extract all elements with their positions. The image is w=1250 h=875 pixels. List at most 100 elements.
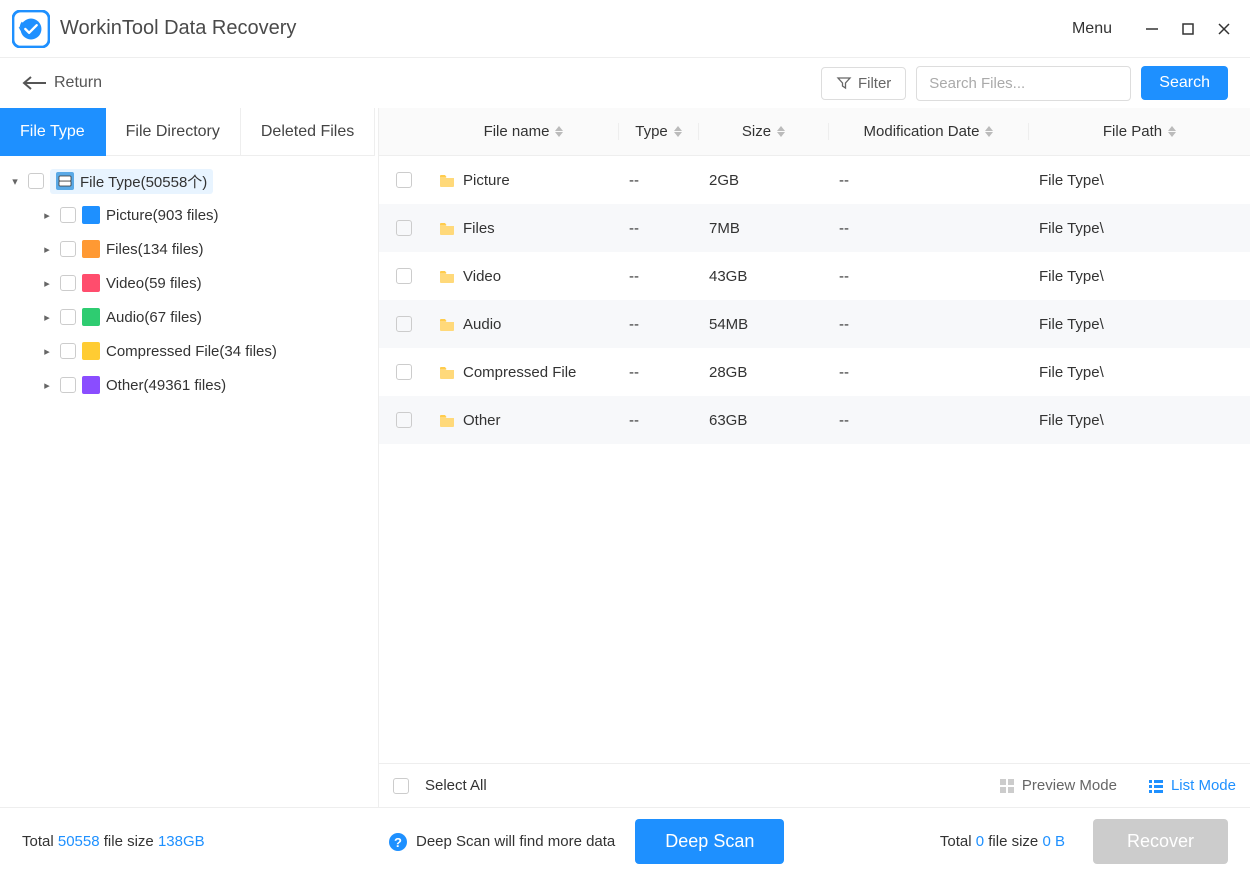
return-label: Return	[54, 74, 102, 92]
col-type[interactable]: Type	[619, 123, 699, 140]
deepscan-button[interactable]: Deep Scan	[635, 819, 784, 864]
search-button[interactable]: Search	[1141, 66, 1228, 100]
deepscan-hint: Deep Scan will find more data	[416, 833, 615, 850]
tree-item[interactable]: ▸ Video(59 files)	[0, 266, 378, 300]
tree-item[interactable]: ▸Compressed File(34 files)	[0, 334, 378, 368]
menu-button[interactable]: Menu	[1072, 20, 1112, 38]
table-row[interactable]: Compressed File--28GB--File Type\	[379, 348, 1250, 396]
tab-file-directory[interactable]: File Directory	[106, 108, 241, 156]
filter-button[interactable]: Filter	[821, 67, 906, 100]
minimize-button[interactable]	[1138, 15, 1166, 43]
maximize-button[interactable]	[1174, 15, 1202, 43]
table-row[interactable]: Video--43GB--File Type\	[379, 252, 1250, 300]
row-checkbox[interactable]	[396, 220, 412, 236]
cell-name: Video	[463, 268, 501, 285]
tree-item-checkbox[interactable]	[60, 241, 76, 257]
tree-root-checkbox[interactable]	[28, 173, 44, 189]
cell-name: Other	[463, 412, 501, 429]
tree-item-label: Other(49361 files)	[106, 377, 226, 394]
category-icon	[82, 206, 100, 224]
filter-icon	[836, 75, 852, 91]
sidebar: File Type File Directory Deleted Files ▾…	[0, 108, 378, 807]
select-all-checkbox[interactable]	[393, 778, 409, 794]
tree-item-label: Picture(903 files)	[106, 207, 219, 224]
tree-item-checkbox[interactable]	[60, 343, 76, 359]
list-mode-button[interactable]: List Mode	[1147, 777, 1236, 795]
tree-item-checkbox[interactable]	[60, 377, 76, 393]
folder-icon	[439, 269, 455, 283]
arrow-left-icon	[22, 75, 48, 91]
col-filename[interactable]: File name	[429, 123, 619, 140]
tree-item-checkbox[interactable]	[60, 275, 76, 291]
tree-item[interactable]: ▸Other(49361 files)	[0, 368, 378, 402]
table-row[interactable]: Files--7MB--File Type\	[379, 204, 1250, 252]
cell-size: 7MB	[709, 220, 740, 237]
tree-item[interactable]: ▸ Audio(67 files)	[0, 300, 378, 334]
cell-name: Compressed File	[463, 364, 576, 381]
sort-icon	[674, 126, 682, 137]
row-checkbox[interactable]	[396, 172, 412, 188]
cell-type: --	[629, 364, 639, 381]
folder-icon	[439, 413, 455, 427]
col-path[interactable]: File Path	[1029, 123, 1250, 140]
table-row[interactable]: Picture--2GB--File Type\	[379, 156, 1250, 204]
category-icon	[82, 308, 100, 326]
drive-icon	[56, 172, 74, 190]
tree-item-label: Compressed File(34 files)	[106, 343, 277, 360]
cell-date: --	[839, 172, 849, 189]
filter-label: Filter	[858, 75, 891, 92]
recover-button[interactable]: Recover	[1093, 819, 1228, 864]
tree-item-checkbox[interactable]	[60, 207, 76, 223]
table-body: Picture--2GB--File Type\Files--7MB--File…	[379, 156, 1250, 763]
row-checkbox[interactable]	[396, 316, 412, 332]
toolbar: Return Filter Search	[0, 58, 1250, 108]
col-size[interactable]: Size	[699, 123, 829, 140]
tree-item[interactable]: ▸Picture(903 files)	[0, 198, 378, 232]
row-checkbox[interactable]	[396, 268, 412, 284]
category-icon	[82, 274, 100, 292]
tree-item-label: Video(59 files)	[106, 275, 202, 292]
row-checkbox[interactable]	[396, 364, 412, 380]
caret-right-icon: ▸	[40, 243, 54, 256]
caret-right-icon: ▸	[40, 277, 54, 290]
list-mode-label: List Mode	[1171, 777, 1236, 794]
cell-size: 43GB	[709, 268, 747, 285]
folder-icon	[439, 365, 455, 379]
caret-right-icon: ▸	[40, 311, 54, 324]
search-input[interactable]	[916, 66, 1131, 101]
tab-file-type[interactable]: File Type	[0, 108, 106, 156]
tree-item[interactable]: ▸ Files(134 files)	[0, 232, 378, 266]
tab-deleted-files[interactable]: Deleted Files	[241, 108, 375, 156]
tree: ▾ File Type(50558个) ▸Picture(903 files)▸…	[0, 156, 378, 807]
mode-bar: Select All Preview Mode List Mode	[379, 763, 1250, 807]
cell-date: --	[839, 268, 849, 285]
sort-icon	[555, 126, 563, 137]
tree-root[interactable]: ▾ File Type(50558个)	[0, 164, 378, 198]
list-icon	[1147, 777, 1165, 795]
main-area: File Type File Directory Deleted Files ▾…	[0, 108, 1250, 807]
col-date[interactable]: Modification Date	[829, 123, 1029, 140]
cell-path: File Type\	[1039, 268, 1104, 285]
table-row[interactable]: Audio--54MB--File Type\	[379, 300, 1250, 348]
footer-deepscan: ? Deep Scan will find more data Deep Sca…	[388, 819, 784, 864]
preview-mode-label: Preview Mode	[1022, 777, 1117, 794]
tree-item-label: Audio(67 files)	[106, 309, 202, 326]
cell-path: File Type\	[1039, 364, 1104, 381]
table-row[interactable]: Other--63GB--File Type\	[379, 396, 1250, 444]
folder-icon	[439, 173, 455, 187]
table-header: File name Type Size Modification Date Fi…	[379, 108, 1250, 156]
caret-down-icon: ▾	[8, 175, 22, 188]
return-button[interactable]: Return	[22, 74, 102, 92]
tree-root-label: File Type(50558个)	[80, 171, 207, 192]
tree-item-label: Files(134 files)	[106, 241, 204, 258]
cell-date: --	[839, 316, 849, 333]
preview-mode-button[interactable]: Preview Mode	[998, 777, 1117, 795]
grid-icon	[998, 777, 1016, 795]
tree-item-checkbox[interactable]	[60, 309, 76, 325]
footer-total: Total 50558 file size 138GB	[22, 833, 378, 850]
close-button[interactable]	[1210, 15, 1238, 43]
row-checkbox[interactable]	[396, 412, 412, 428]
cell-type: --	[629, 172, 639, 189]
help-icon[interactable]: ?	[388, 832, 408, 852]
cell-type: --	[629, 220, 639, 237]
